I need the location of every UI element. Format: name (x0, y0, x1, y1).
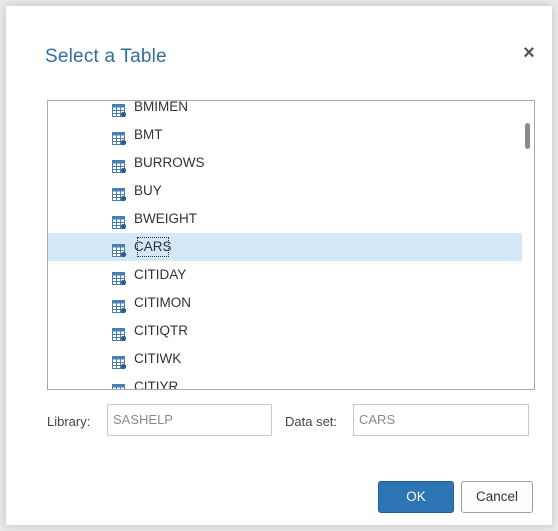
table-name: CITIMON (134, 295, 191, 310)
table-name: CITIWK (134, 351, 182, 366)
table-icon (112, 296, 127, 314)
close-icon[interactable]: × (518, 42, 540, 64)
scrollbar-thumb[interactable] (525, 123, 530, 149)
table-icon (112, 324, 127, 342)
table-name: CITIYR (134, 379, 179, 390)
table-row[interactable]: BUY (48, 177, 522, 205)
table-icon (112, 352, 127, 370)
table-name: BURROWS (134, 155, 205, 170)
select-table-dialog: Select a Table × BMIMEN BMT BURROWS BUY BWEI… (6, 6, 552, 525)
table-name: CARS (133, 233, 173, 261)
table-icon (112, 240, 127, 258)
table-row[interactable]: CARS (48, 233, 522, 261)
table-list: BMIMEN BMT BURROWS BUY BWEIGHT CARS CITIDAY CIT… (48, 100, 522, 390)
dataset-label: Data set: (285, 414, 338, 429)
table-row[interactable]: BURROWS (48, 149, 522, 177)
table-icon (112, 380, 127, 389)
table-icon (112, 268, 127, 286)
table-name: BMIMEN (134, 100, 188, 114)
cancel-button[interactable]: Cancel (461, 481, 533, 513)
table-row[interactable]: CITIDAY (48, 261, 522, 289)
table-name: BUY (134, 183, 162, 198)
table-row[interactable]: BMIMEN (48, 100, 522, 121)
table-icon (112, 184, 127, 202)
table-icon (112, 212, 127, 230)
library-label: Library: (47, 414, 91, 429)
table-icon (112, 156, 127, 174)
table-listbox[interactable]: BMIMEN BMT BURROWS BUY BWEIGHT CARS CITIDAY CIT… (47, 100, 535, 390)
table-row[interactable]: CITIYR (48, 373, 522, 390)
dataset-field[interactable]: CARS (353, 404, 529, 436)
table-row[interactable]: CITIWK (48, 345, 522, 373)
library-field[interactable]: SASHELP (107, 404, 272, 436)
table-row[interactable]: BWEIGHT (48, 205, 522, 233)
ok-button[interactable]: OK (378, 481, 454, 513)
table-icon (112, 101, 127, 118)
table-row[interactable]: BMT (48, 121, 522, 149)
table-row[interactable]: CITIMON (48, 289, 522, 317)
table-name: CITIDAY (134, 267, 187, 282)
table-row[interactable]: CITIQTR (48, 317, 522, 345)
table-name: BWEIGHT (134, 211, 197, 226)
table-name: CITIQTR (134, 323, 188, 338)
table-icon (112, 128, 127, 146)
table-name: BMT (134, 127, 163, 142)
dialog-title: Select a Table (45, 46, 167, 67)
scrollbar[interactable] (522, 101, 534, 389)
